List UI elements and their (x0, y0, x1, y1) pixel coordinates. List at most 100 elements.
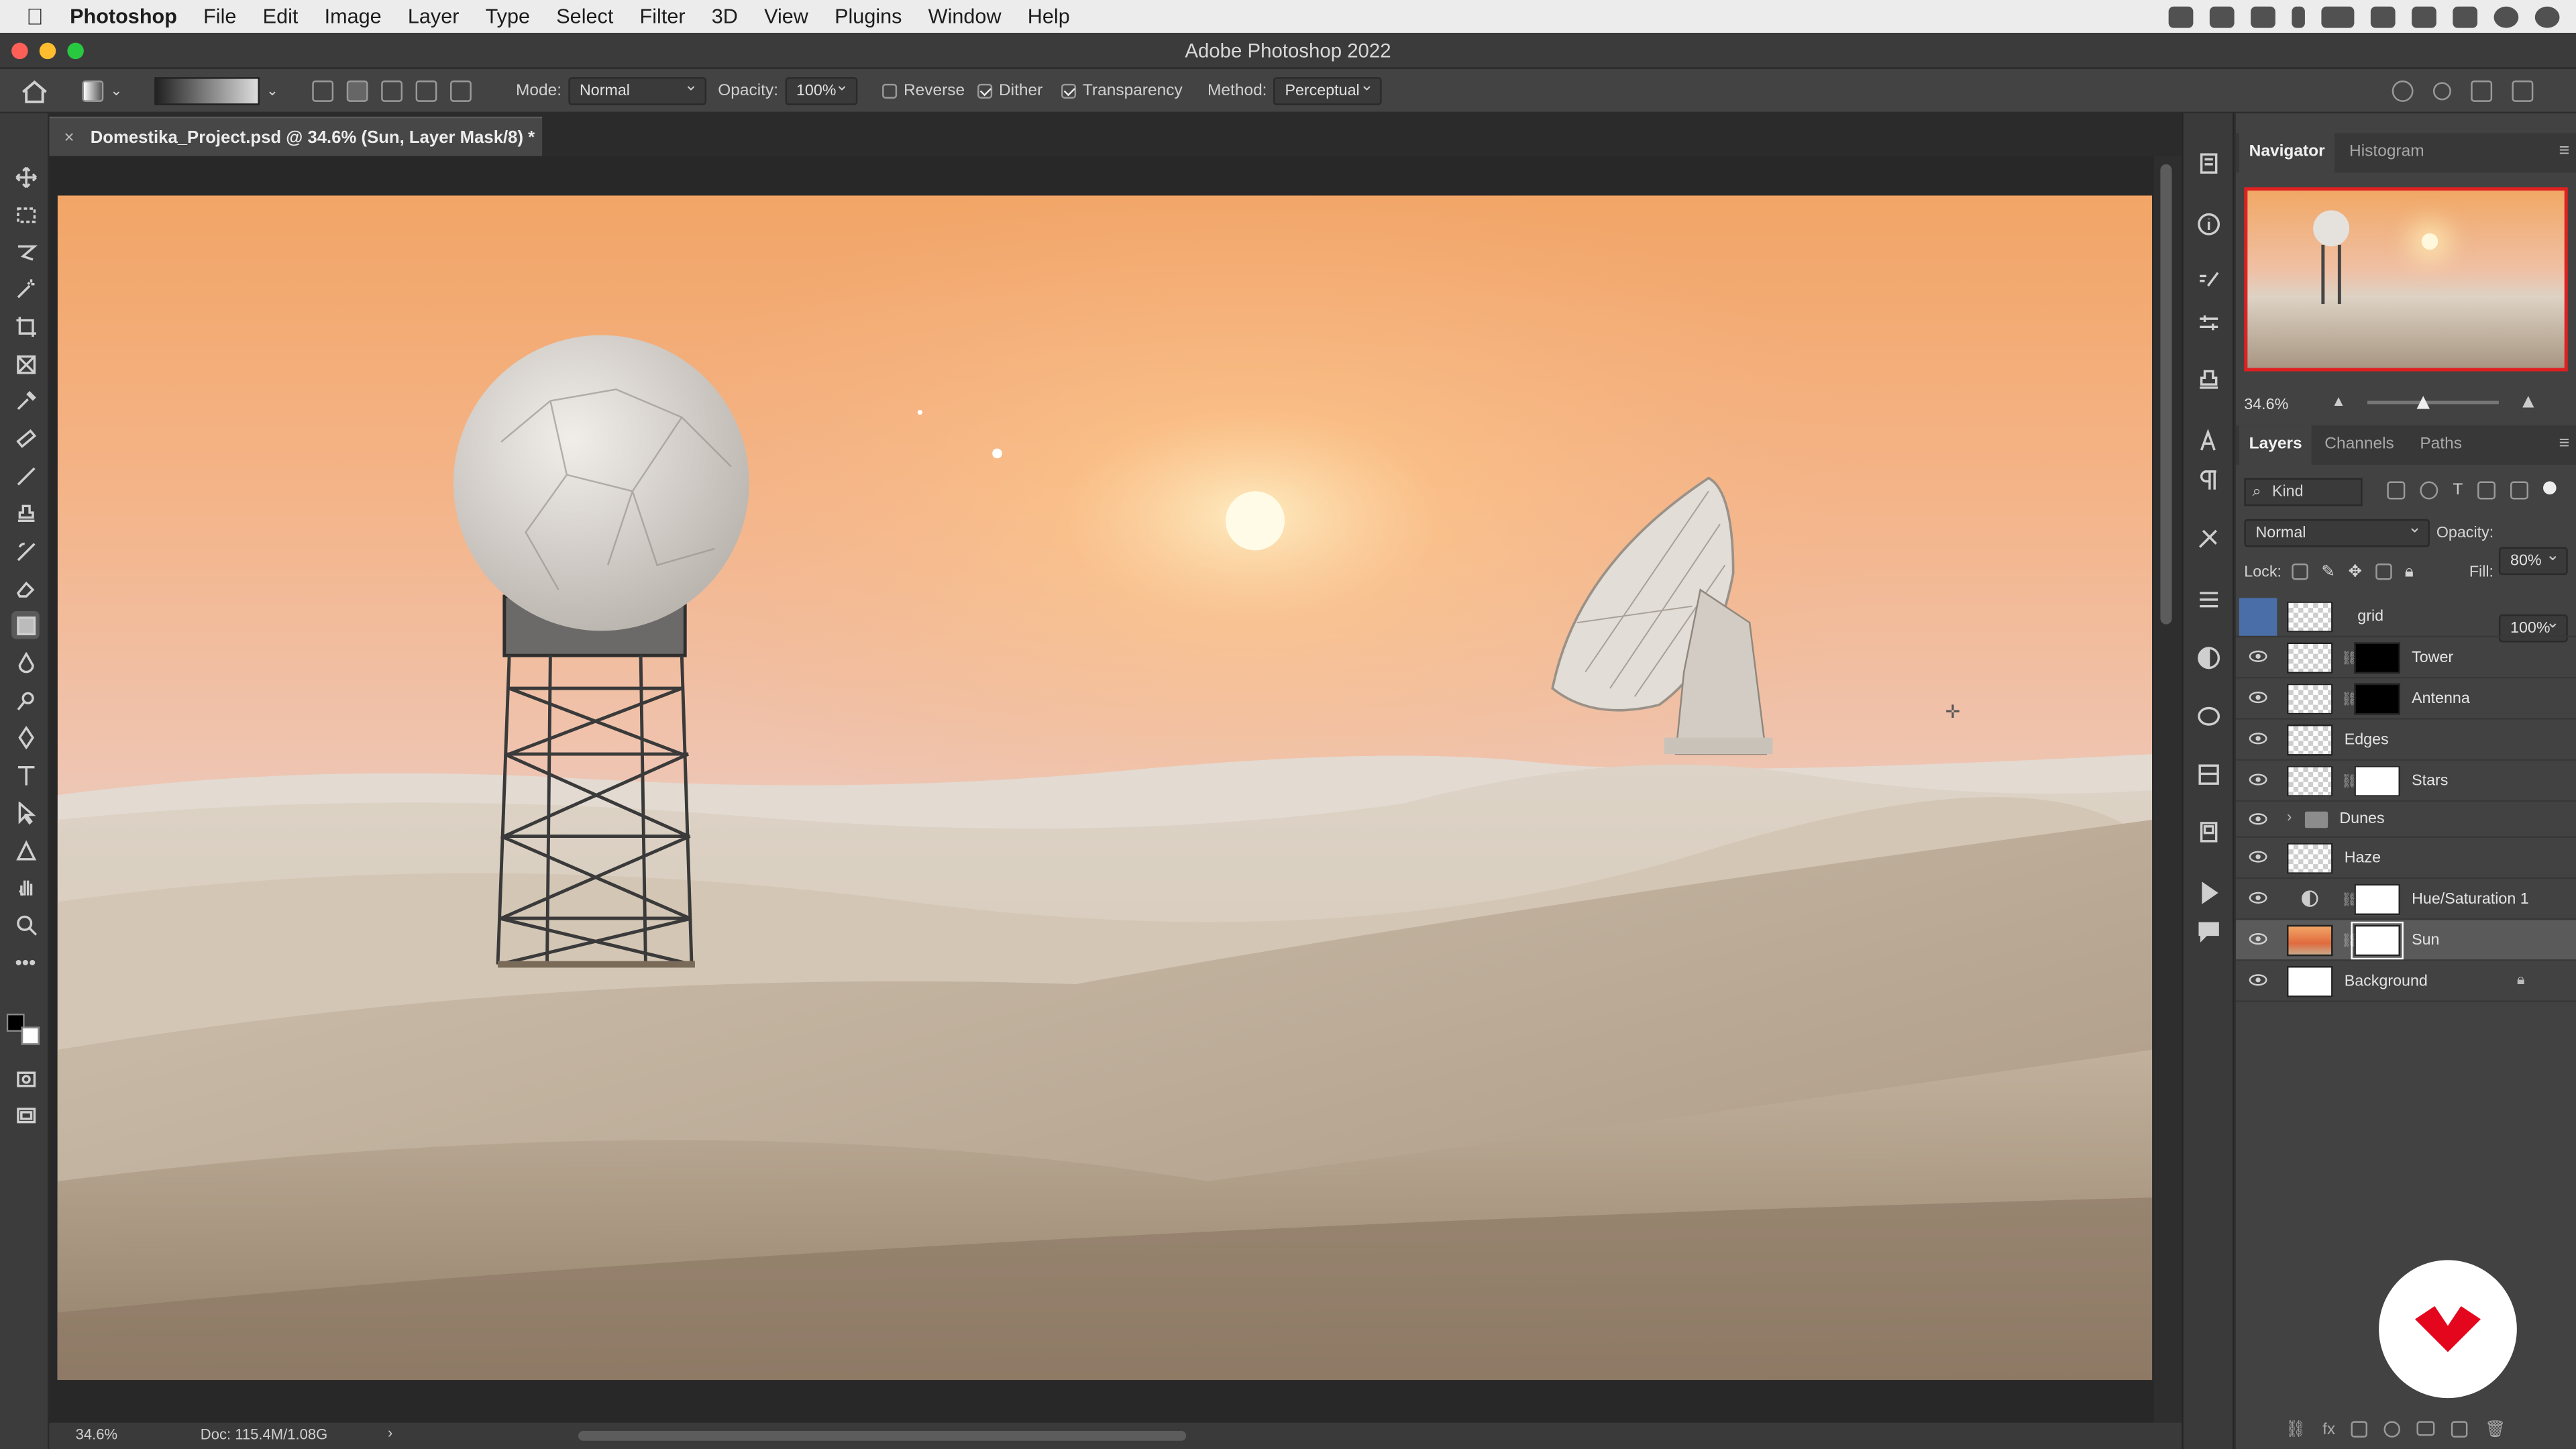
radial-gradient-button[interactable] (346, 80, 368, 102)
status-zoom[interactable]: 34.6% (76, 1426, 118, 1442)
clone-stamp-tool-icon[interactable] (11, 499, 40, 527)
layer-row-background[interactable]: Background 🔒︎ (2236, 961, 2576, 1002)
eyedropper-tool-icon[interactable] (11, 386, 40, 415)
opacity-input[interactable]: 100% (784, 77, 857, 105)
layer-row-hue-saturation[interactable]: ⛓ Hue/Saturation 1 (2236, 879, 2576, 920)
layer-row-haze[interactable]: Haze (2236, 838, 2576, 879)
add-mask-icon[interactable] (2351, 1421, 2369, 1438)
tab-navigator[interactable]: Navigator (2239, 133, 2335, 173)
bluetooth-icon[interactable] (2292, 5, 2305, 28)
menu-plugins[interactable]: Plugins (821, 0, 915, 33)
lock-transparent-icon[interactable] (2292, 564, 2308, 580)
vertical-scroll-thumb[interactable] (2160, 164, 2172, 625)
layer-row-tower[interactable]: ⛓ Tower (2236, 637, 2576, 679)
layer-name[interactable]: Edges (2345, 720, 2389, 761)
filter-toggle-icon[interactable] (2543, 481, 2557, 495)
layers-panel-menu-icon[interactable]: ≡ (2559, 434, 2569, 453)
search-icon[interactable] (2432, 82, 2451, 101)
layer-name[interactable]: Stars (2412, 761, 2448, 802)
lock-all-icon[interactable]: 🔒︎ (2405, 564, 2414, 582)
document-canvas[interactable] (57, 195, 2153, 1381)
path-selection-tool-icon[interactable] (11, 798, 40, 826)
layer-row-antenna[interactable]: ⛓ Antenna (2236, 678, 2576, 720)
blur-tool-icon[interactable] (11, 649, 40, 677)
battery-icon[interactable] (2321, 5, 2355, 28)
siri-icon[interactable] (2534, 5, 2560, 28)
filter-pixel-icon[interactable] (2387, 481, 2406, 500)
filter-type-icon[interactable]: T (2453, 482, 2463, 500)
filter-shape-icon[interactable] (2477, 481, 2496, 500)
color-panel-icon[interactable] (2196, 703, 2222, 729)
menu-image[interactable]: Image (311, 0, 394, 33)
brush-tool-icon[interactable] (11, 462, 40, 490)
layer-thumbnail[interactable] (2286, 924, 2333, 957)
transparency-checkbox[interactable] (1061, 83, 1077, 99)
zoom-in-icon[interactable]: ▲ (2518, 389, 2538, 412)
pen-tool-icon[interactable] (11, 723, 40, 751)
character-panel-icon[interactable] (2196, 429, 2222, 455)
background-color-swatch[interactable] (21, 1026, 40, 1045)
tab-channels[interactable]: Channels (2315, 425, 2404, 465)
display-icon[interactable] (2251, 5, 2275, 28)
workspace-icon[interactable] (2471, 80, 2493, 102)
layer-row-sun[interactable]: ⛓ Sun (2236, 920, 2576, 961)
gradient-swatch[interactable] (154, 77, 260, 105)
edit-toolbar-icon[interactable]: ••• (11, 948, 40, 976)
lasso-tool-icon[interactable] (11, 238, 40, 266)
screen-record-icon[interactable] (2209, 5, 2235, 28)
eraser-tool-icon[interactable] (11, 574, 40, 602)
navigator-zoom-slider[interactable] (2367, 400, 2499, 405)
magic-wand-tool-icon[interactable] (11, 274, 40, 303)
layer-thumbnail[interactable] (2286, 966, 2333, 998)
panel-menu-icon[interactable]: ≡ (2559, 142, 2569, 161)
eye-icon[interactable] (2249, 813, 2267, 825)
lock-position-icon[interactable]: ✥ (2349, 564, 2363, 582)
reverse-option[interactable]: Reverse (882, 69, 965, 113)
layer-row-grid[interactable]: grid (2236, 596, 2576, 638)
hand-tool-icon[interactable] (11, 872, 40, 900)
link-layers-icon[interactable]: ⛓ (2286, 1421, 2306, 1439)
libraries-panel-icon[interactable] (2196, 820, 2222, 846)
layer-mask-thumbnail[interactable] (2354, 642, 2400, 674)
spotlight-search-icon[interactable] (2412, 5, 2436, 28)
vertical-scrollbar[interactable] (2153, 156, 2182, 1423)
canvas-area[interactable] (49, 156, 2154, 1423)
mode-dropdown[interactable]: Normal (568, 77, 706, 105)
horizontal-scroll-thumb[interactable] (578, 1431, 1187, 1441)
layer-row-stars[interactable]: ⛓ Stars (2236, 761, 2576, 802)
marquee-tool-icon[interactable] (11, 201, 40, 229)
home-button[interactable] (19, 69, 49, 113)
menu-file[interactable]: File (191, 0, 250, 33)
learn-icon[interactable] (2392, 80, 2414, 102)
tab-layers[interactable]: Layers (2239, 425, 2312, 466)
tool-presets-icon[interactable] (2196, 526, 2222, 552)
comments-panel-icon[interactable] (2196, 918, 2222, 945)
layer-thumbnail[interactable] (2286, 765, 2333, 797)
gradient-tool-icon[interactable] (11, 611, 40, 639)
diamond-gradient-button[interactable] (450, 80, 472, 102)
layer-name[interactable]: Dunes (2339, 802, 2384, 838)
layer-style-fx-icon[interactable]: fx (2322, 1421, 2335, 1439)
chevron-right-icon[interactable]: › (388, 1424, 392, 1440)
layer-mask-thumbnail[interactable] (2354, 765, 2400, 797)
crop-tool-icon[interactable] (11, 312, 40, 340)
visibility-toggle-off[interactable] (2239, 598, 2277, 636)
layer-name[interactable]: Sun (2412, 920, 2439, 961)
tab-paths[interactable]: Paths (2410, 425, 2472, 465)
layer-filter-dropdown[interactable]: ⌕ Kind (2244, 478, 2363, 506)
layer-name[interactable]: grid (2357, 596, 2383, 637)
lock-image-icon[interactable]: ✎ (2321, 564, 2335, 582)
menu-3d[interactable]: 3D (698, 0, 751, 33)
zoom-window-button[interactable] (67, 42, 84, 60)
zoom-out-icon[interactable]: ▲ (2331, 392, 2346, 409)
method-dropdown[interactable]: Perceptual (1273, 77, 1382, 105)
layer-name[interactable]: Background (2345, 961, 2428, 1002)
chevron-right-icon[interactable]: › (2287, 808, 2292, 824)
layer-name[interactable]: Antenna (2412, 678, 2470, 719)
menu-type[interactable]: Type (472, 0, 543, 33)
layer-row-dunes[interactable]: › Dunes (2236, 802, 2576, 838)
zoom-tool-icon[interactable] (11, 910, 40, 938)
menu-edit[interactable]: Edit (250, 0, 311, 33)
layer-name[interactable]: Haze (2345, 838, 2381, 879)
history-brush-tool-icon[interactable] (11, 537, 40, 566)
